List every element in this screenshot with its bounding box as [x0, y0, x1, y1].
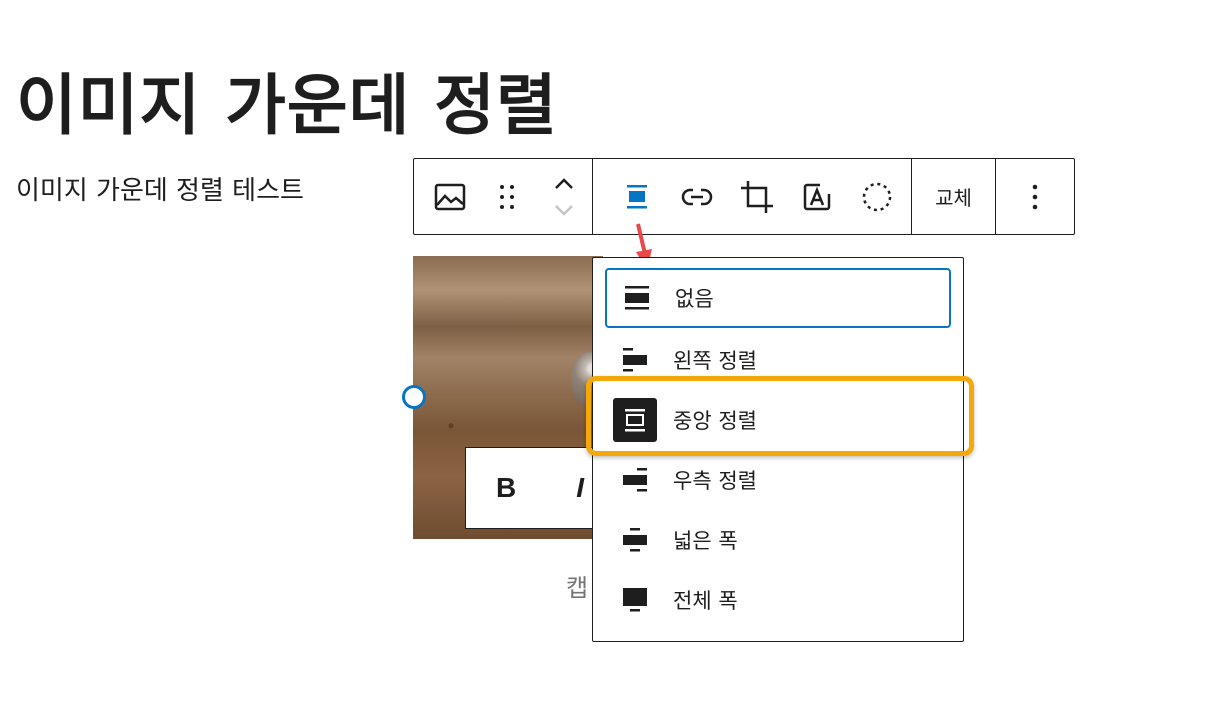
crop-icon	[741, 180, 773, 213]
align-full-icon	[613, 578, 657, 622]
drag-handle[interactable]	[479, 167, 536, 227]
crop-button[interactable]	[727, 167, 787, 227]
align-wide-icon	[613, 518, 657, 562]
menu-label: 왼쪽 정렬	[673, 349, 757, 373]
duotone-button[interactable]	[847, 167, 907, 227]
move-up-icon	[554, 177, 573, 189]
toolbar-group-replace: 교체	[912, 159, 996, 234]
align-button[interactable]	[607, 167, 667, 227]
text-overlay-button[interactable]	[787, 167, 847, 227]
align-center-icon	[613, 398, 657, 442]
format-toolbar: B I	[465, 447, 605, 529]
alignment-dropdown: 없음 왼쪽 정렬 중앙 정렬 우측 정렬 넓은 폭 전체 폭	[592, 257, 964, 642]
menu-item-align-none[interactable]: 없음	[605, 268, 951, 328]
block-type-button[interactable]	[422, 167, 479, 227]
menu-label: 넓은 폭	[673, 529, 738, 553]
resize-handle[interactable]	[402, 385, 426, 409]
menu-label: 없음	[675, 287, 714, 311]
menu-label: 중앙 정렬	[673, 409, 757, 433]
more-options-icon	[1032, 184, 1038, 209]
align-icon	[627, 184, 647, 208]
replace-button[interactable]: 교체	[935, 182, 972, 211]
menu-item-align-right[interactable]: 우측 정렬	[605, 450, 951, 510]
more-options-button[interactable]	[1005, 167, 1065, 227]
bold-button[interactable]: B	[496, 472, 516, 504]
drag-handle-icon	[500, 184, 514, 209]
italic-button[interactable]: I	[576, 472, 584, 504]
image-icon	[435, 183, 466, 210]
move-up-button[interactable]	[549, 171, 579, 197]
page-title: 이미지 가운데 정렬	[16, 67, 558, 144]
menu-label: 우측 정렬	[673, 469, 757, 493]
menu-item-align-center[interactable]: 중앙 정렬	[605, 390, 951, 450]
toolbar-group-block	[414, 159, 593, 234]
move-down-button[interactable]	[549, 197, 579, 223]
align-right-icon	[613, 458, 657, 502]
menu-item-align-left[interactable]: 왼쪽 정렬	[605, 330, 951, 390]
block-toolbar: 교체	[413, 158, 1075, 235]
paragraph-block[interactable]: 이미지 가운데 정렬 테스트	[16, 170, 304, 207]
caption-placeholder[interactable]: 캡	[566, 568, 593, 603]
menu-item-align-wide[interactable]: 넓은 폭	[605, 510, 951, 570]
dashed-circle-icon	[862, 182, 892, 211]
align-left-icon	[613, 338, 657, 382]
toolbar-group-more	[996, 159, 1074, 234]
link-icon	[681, 188, 713, 205]
link-button[interactable]	[667, 167, 727, 227]
move-down-icon	[554, 204, 573, 216]
block-movers	[535, 162, 592, 232]
menu-label: 전체 폭	[673, 589, 738, 613]
align-none-icon	[615, 276, 659, 320]
menu-item-align-full[interactable]: 전체 폭	[605, 570, 951, 630]
text-overlay-icon	[803, 183, 831, 210]
